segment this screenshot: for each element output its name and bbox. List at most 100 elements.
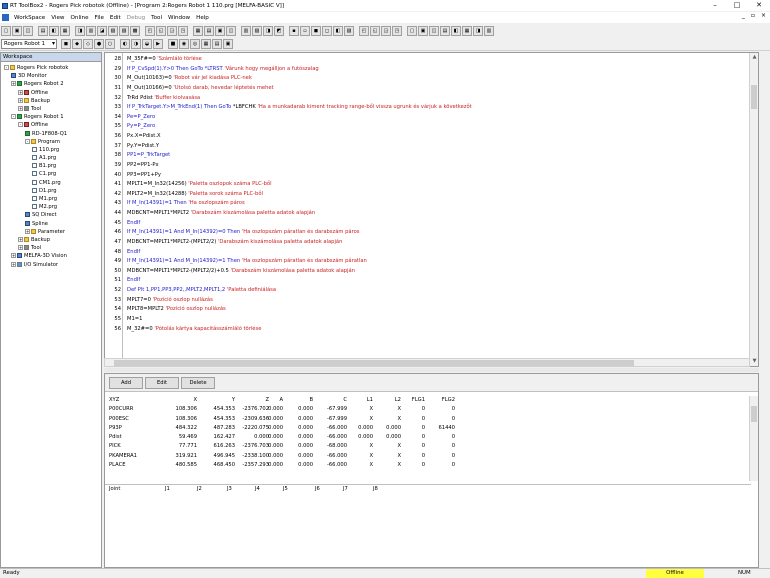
disconnect-icon[interactable]: ▦: [60, 25, 70, 36]
code-line[interactable]: 47 MDBCNT=MPLT1*MPLT2-(MPLT2/2) 'Darabsz…: [105, 238, 758, 248]
code-line[interactable]: 43 If M_In(14391)=1 Then 'Ha oszlopszám p…: [105, 199, 758, 209]
monitor-icon[interactable]: ▣: [215, 25, 225, 36]
tree-item[interactable]: SQ Direct: [1, 211, 101, 219]
tree-item[interactable]: CM1.prg: [1, 179, 101, 187]
variable-icon[interactable]: ▥: [241, 25, 251, 36]
expand-icon[interactable]: +: [11, 261, 16, 267]
add-button[interactable]: Add: [109, 376, 143, 389]
code-line[interactable]: 48 EndIf: [105, 248, 758, 258]
editor-scroll-thumb[interactable]: [751, 85, 757, 109]
delete-button[interactable]: Delete: [181, 376, 215, 389]
tree-item[interactable]: 3D Monitor: [1, 72, 101, 80]
table-row[interactable]: P00ESC 108.306 454.353 -2309.636 0.000 0.000-…: [105, 415, 751, 424]
tree-item[interactable]: - Program: [1, 138, 101, 146]
tree-item[interactable]: - Rogers Robot 1: [1, 113, 101, 121]
layout-icon[interactable]: ◲: [381, 25, 391, 36]
param-icon[interactable]: ◧: [451, 25, 461, 36]
code-line[interactable]: 32 TrRd Pdist 'Buffer kiolvasása: [105, 94, 758, 104]
edit-button[interactable]: Edit: [145, 376, 179, 389]
table-row[interactable]: PKAMERA1 319.921 496.945 -2338.100 0.000 0.00…: [105, 452, 751, 461]
mdi-restore-button[interactable]: ▫: [751, 12, 755, 19]
zoom-icon[interactable]: ◎: [190, 39, 200, 49]
about-icon[interactable]: ◱: [370, 25, 380, 36]
minimize-button[interactable]: –: [704, 0, 726, 11]
new-project-icon[interactable]: ▢: [1, 25, 11, 36]
menu-edit[interactable]: Edit: [107, 15, 124, 21]
code-line[interactable]: 55 M1=1: [105, 315, 758, 325]
code-line[interactable]: 29 If P_CvSpd(1).Y>0 Then GoTo *LTRST 'Vá…: [105, 65, 758, 75]
expand-icon[interactable]: +: [18, 97, 23, 103]
vision-icon[interactable]: ▥: [484, 25, 494, 36]
tree-item[interactable]: D1.prg: [1, 187, 101, 195]
compile-icon[interactable]: ◨: [75, 25, 85, 36]
panel-icon[interactable]: ▣: [223, 39, 233, 49]
tree-item[interactable]: RD-1F808-Q1: [1, 130, 101, 138]
code-line[interactable]: 41 MPLT1=M_In32(14256) 'Paletta oszlopok …: [105, 180, 758, 190]
speed-icon[interactable]: ◩: [274, 25, 284, 36]
code-line[interactable]: 45 EndIf: [105, 219, 758, 229]
menu-file[interactable]: File: [92, 15, 107, 21]
step-icon[interactable]: ◻: [322, 25, 332, 36]
menu-debug[interactable]: Debug: [124, 15, 148, 21]
tree-item[interactable]: + Tool: [1, 244, 101, 252]
tree-item[interactable]: - Rogers Pick robotok: [1, 64, 101, 72]
jog-mode-icon[interactable]: ○: [105, 39, 115, 49]
collapse-icon[interactable]: -: [11, 114, 16, 120]
sim-stop-icon[interactable]: ■: [168, 39, 178, 49]
tree-item[interactable]: M1.prg: [1, 195, 101, 203]
table-row[interactable]: P00CURR 108.306 454.353 -2376.702 0.000 0.000…: [105, 405, 751, 414]
io-icon[interactable]: ◫: [226, 25, 236, 36]
code-line[interactable]: 49 If M_In(14391)=1 And M_In(14392)=1 The…: [105, 257, 758, 267]
code-line[interactable]: 40 PP3=PP1+Py: [105, 171, 758, 181]
connect-icon[interactable]: ◧: [49, 25, 59, 36]
tree-item[interactable]: 110.prg: [1, 146, 101, 154]
expand-icon[interactable]: +: [11, 253, 16, 259]
tree-item[interactable]: B1.prg: [1, 162, 101, 170]
expand-icon[interactable]: +: [18, 236, 23, 242]
tree-item[interactable]: + Parameter: [1, 228, 101, 236]
replace-icon[interactable]: ◳: [178, 25, 188, 36]
program-icon[interactable]: ▤: [440, 25, 450, 36]
trace-icon[interactable]: ◧: [333, 25, 343, 36]
tree-item[interactable]: + I/O Simulator: [1, 261, 101, 269]
tree-item[interactable]: M2.prg: [1, 203, 101, 211]
speed-up-icon[interactable]: ◑: [131, 39, 141, 49]
code-line[interactable]: 36 Px.X=Pdist.X: [105, 132, 758, 142]
expand-icon[interactable]: +: [18, 245, 23, 251]
robot-icon[interactable]: ◫: [429, 25, 439, 36]
start-icon[interactable]: ◼: [311, 25, 321, 36]
code-line[interactable]: 39 PP2=PP1-Px: [105, 161, 758, 171]
code-line[interactable]: 34 Pe=P_Zero: [105, 113, 758, 123]
mdi-close-button[interactable]: ×: [761, 12, 766, 19]
sim-icon[interactable]: ◨: [473, 25, 483, 36]
menu-window[interactable]: Window: [165, 15, 193, 21]
position-grid-scrollbar[interactable]: [749, 396, 758, 481]
menu-view[interactable]: View: [48, 15, 67, 21]
tree-item[interactable]: + Backup: [1, 236, 101, 244]
tree-item[interactable]: Spline: [1, 220, 101, 228]
code-line[interactable]: 51 EndIf: [105, 276, 758, 286]
close-button[interactable]: ✕: [748, 0, 770, 11]
tree-item[interactable]: + MELFA-3D Vision: [1, 252, 101, 260]
table-row[interactable]: P93P 484.322 487.283 -2220.075 0.000 0.000 -66…: [105, 424, 751, 433]
code-line[interactable]: 31 M_Out(10166)=0 'Utolsó darab, hevedar …: [105, 84, 758, 94]
download-icon[interactable]: ◪: [97, 25, 107, 36]
panel-splitter[interactable]: [104, 368, 759, 372]
collapse-icon[interactable]: -: [25, 138, 30, 144]
table-row[interactable]: PICK 77.771 616.263 -2376.703 0.000 0.000 -68.…: [105, 442, 751, 451]
menu-help[interactable]: Help: [193, 15, 212, 21]
undo-icon[interactable]: ◰: [145, 25, 155, 36]
tree-item[interactable]: - Offline: [1, 121, 101, 129]
code-line[interactable]: 50 MDBCNT=MPLT1*MPLT2-(MPLT2/2)+0.5 'Dar…: [105, 267, 758, 277]
code-line[interactable]: 38 PP1=P_TrkTarget: [105, 151, 758, 161]
find-icon[interactable]: ◲: [167, 25, 177, 36]
document-icon[interactable]: [2, 14, 9, 21]
window-icon[interactable]: ◳: [392, 25, 402, 36]
code-line[interactable]: 30 M_Out(10163)=0 'Robot vár jel kiadása …: [105, 74, 758, 84]
scroll-up-icon[interactable]: ▲: [750, 53, 758, 62]
open-project-icon[interactable]: ▣: [12, 25, 22, 36]
servo-off-icon[interactable]: ◇: [83, 39, 93, 49]
code-line[interactable]: 37 Py.Y=Pdist.Y: [105, 142, 758, 152]
expand-icon[interactable]: +: [18, 89, 23, 95]
bookmark-icon[interactable]: ▦: [193, 25, 203, 36]
